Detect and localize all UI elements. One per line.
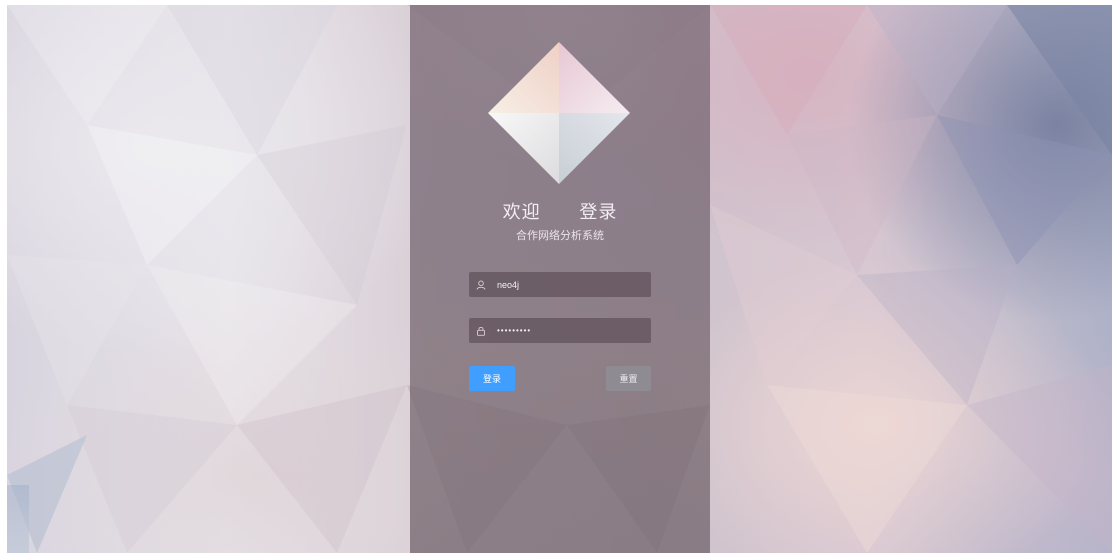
reset-button[interactable]: 重置 (606, 366, 651, 391)
username-input[interactable] (497, 272, 647, 297)
welcome-title: 欢迎 登录 (410, 198, 710, 224)
password-field[interactable] (469, 318, 651, 343)
username-field[interactable] (469, 272, 651, 297)
login-word: 登录 (579, 202, 618, 223)
diamond-logo-icon (488, 42, 630, 184)
system-subtitle: 合作网络分析系统 (516, 229, 604, 242)
welcome-word: 欢迎 (502, 202, 541, 223)
password-input[interactable] (497, 318, 647, 343)
user-icon (469, 272, 493, 297)
lock-icon (469, 318, 493, 343)
background-edge-shade (7, 485, 29, 553)
login-button[interactable]: 登录 (469, 366, 515, 391)
